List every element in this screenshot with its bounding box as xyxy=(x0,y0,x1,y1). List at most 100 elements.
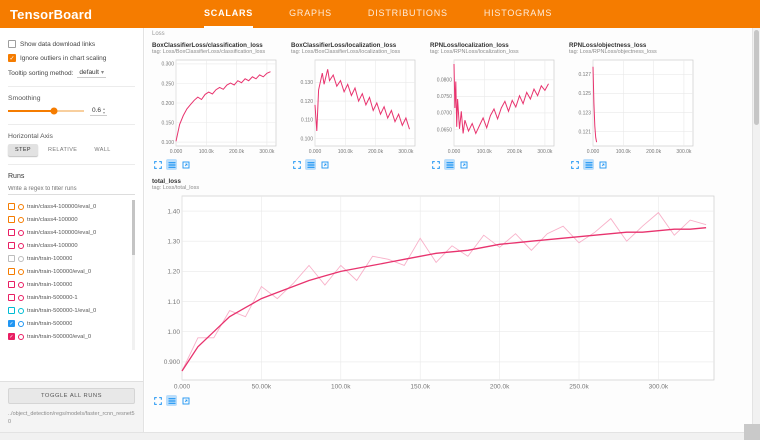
data-table-icon[interactable] xyxy=(305,159,316,170)
fullscreen-icon[interactable] xyxy=(291,159,302,170)
chart-card: BoxClassifierLoss/classification_losstag… xyxy=(152,42,284,170)
chart-card: RPNLoss/objectness_losstag: Loss/RPNLoss… xyxy=(569,42,701,170)
run-checkbox[interactable] xyxy=(8,294,15,301)
fit-domain-icon[interactable] xyxy=(319,159,330,170)
chart-plot[interactable]: 0.9001.001.101.201.301.400.00050.00k100.… xyxy=(152,193,727,393)
run-checkbox[interactable] xyxy=(8,242,15,249)
tooltip-sorting-select[interactable]: default ▾ xyxy=(77,68,106,78)
data-table-icon[interactable] xyxy=(583,159,594,170)
run-visibility-icon[interactable] xyxy=(18,256,24,262)
tensorboard-app: TensorBoard SCALARSGRAPHSDISTRIBUTIONSHI… xyxy=(0,0,760,440)
fullscreen-icon[interactable] xyxy=(569,159,580,170)
run-item[interactable]: train/class4-100000 xyxy=(8,239,130,252)
run-visibility-icon[interactable] xyxy=(18,269,24,275)
fit-domain-icon[interactable] xyxy=(458,159,469,170)
chevron-down-icon: ▾ xyxy=(101,69,104,76)
run-name: train/train-100000 xyxy=(27,256,72,262)
fullscreen-icon[interactable] xyxy=(152,159,163,170)
svg-text:300.0k: 300.0k xyxy=(649,384,669,391)
run-visibility-icon[interactable] xyxy=(18,243,24,249)
chart-tag: tag: Loss/total_loss xyxy=(152,185,727,191)
data-table-icon[interactable] xyxy=(166,395,177,406)
run-visibility-icon[interactable] xyxy=(18,308,24,314)
svg-text:0.0750: 0.0750 xyxy=(437,94,453,100)
run-visibility-icon[interactable] xyxy=(18,204,24,210)
run-item[interactable]: train/train-100000 xyxy=(8,252,130,265)
svg-text:0.000: 0.000 xyxy=(170,149,183,155)
horizontal-scrollbar[interactable] xyxy=(0,432,744,440)
chart-tag: tag: Loss/RPNLoss/objectness_loss xyxy=(569,49,701,55)
svg-text:100.0k: 100.0k xyxy=(199,149,215,155)
smoothing-row: 0.6 ▴▾ xyxy=(8,106,135,116)
run-item[interactable]: train/train-500000-1 xyxy=(8,291,130,304)
scrollbar-thumb[interactable] xyxy=(754,30,759,125)
run-checkbox[interactable] xyxy=(8,307,15,314)
fit-domain-icon[interactable] xyxy=(180,395,191,406)
tab-graphs[interactable]: GRAPHS xyxy=(289,0,332,28)
axis-button-relative[interactable]: RELATIVE xyxy=(41,144,84,156)
run-item[interactable]: train/train-100000/eval_0 xyxy=(8,265,130,278)
run-item[interactable]: ✓train/train-500000 xyxy=(8,317,130,330)
chart-plot[interactable]: 0.1000.1100.1200.1300.000100.0k200.0k300… xyxy=(291,57,423,157)
run-visibility-icon[interactable] xyxy=(18,230,24,236)
run-checkbox[interactable] xyxy=(8,268,15,275)
svg-text:300.0k: 300.0k xyxy=(398,149,414,155)
sidebar-checkbox-row[interactable]: Show data download links xyxy=(8,40,135,48)
run-checkbox[interactable] xyxy=(8,229,15,236)
vertical-scrollbar[interactable] xyxy=(752,28,760,432)
tooltip-sorting-value: default xyxy=(79,69,99,76)
checkbox-icon[interactable]: ✓ xyxy=(8,54,16,62)
tab-scalars[interactable]: SCALARS xyxy=(204,0,253,28)
run-item[interactable]: ✓train/train-500000/eval_0 xyxy=(8,330,130,343)
sidebar-footer: TOGGLE ALL RUNS ../object_detection/regs… xyxy=(0,381,143,433)
main-content: Loss BoxClassifierLoss/classification_lo… xyxy=(145,28,752,432)
svg-text:0.000: 0.000 xyxy=(448,149,461,155)
svg-text:0.125: 0.125 xyxy=(578,91,591,97)
tab-histograms[interactable]: HISTOGRAMS xyxy=(484,0,552,28)
slider-thumb[interactable] xyxy=(50,108,57,115)
fit-domain-icon[interactable] xyxy=(180,159,191,170)
sidebar-checkbox-row[interactable]: ✓Ignore outliers in chart scaling xyxy=(8,54,135,62)
data-table-icon[interactable] xyxy=(166,159,177,170)
run-name: train/train-100000/eval_0 xyxy=(27,269,91,275)
toggle-all-runs-button[interactable]: TOGGLE ALL RUNS xyxy=(8,388,135,404)
svg-text:200.0k: 200.0k xyxy=(507,149,523,155)
run-filter-input[interactable] xyxy=(8,184,135,195)
run-item[interactable]: train/class4-100000/eval_0 xyxy=(8,200,130,213)
smoothing-value-input[interactable]: 0.6 ▴▾ xyxy=(90,106,107,116)
chart-tag: tag: Loss/BoxClassifierLoss/classificati… xyxy=(152,49,284,55)
run-checkbox[interactable] xyxy=(8,255,15,262)
tab-distributions[interactable]: DISTRIBUTIONS xyxy=(368,0,448,28)
run-visibility-icon[interactable] xyxy=(18,217,24,223)
run-item[interactable]: train/train-500000-1/eval_0 xyxy=(8,304,130,317)
runs-label: Runs xyxy=(8,173,135,180)
run-checkbox[interactable] xyxy=(8,281,15,288)
data-table-icon[interactable] xyxy=(444,159,455,170)
checkbox-label: Show data download links xyxy=(20,41,95,48)
chart-plot[interactable]: 0.1000.1500.2000.2500.3000.000100.0k200.… xyxy=(152,57,284,157)
fullscreen-icon[interactable] xyxy=(152,395,163,406)
run-visibility-icon[interactable] xyxy=(18,282,24,288)
checkbox-icon[interactable] xyxy=(8,40,16,48)
category-label: Loss xyxy=(145,28,752,37)
run-item[interactable]: train/class4-100000 xyxy=(8,213,130,226)
run-item[interactable]: train/class4-100000/eval_0 xyxy=(8,226,130,239)
run-visibility-icon[interactable] xyxy=(18,321,24,327)
smoothing-slider[interactable] xyxy=(8,110,84,112)
run-visibility-icon[interactable] xyxy=(18,295,24,301)
run-checkbox[interactable]: ✓ xyxy=(8,320,15,327)
run-visibility-icon[interactable] xyxy=(18,334,24,340)
run-item[interactable]: train/train-100000 xyxy=(8,278,130,291)
fullscreen-icon[interactable] xyxy=(430,159,441,170)
run-checkbox[interactable]: ✓ xyxy=(8,333,15,340)
axis-button-step[interactable]: STEP xyxy=(8,144,38,156)
run-checkbox[interactable] xyxy=(8,216,15,223)
run-checkbox[interactable] xyxy=(8,203,15,210)
axis-button-wall[interactable]: WALL xyxy=(87,144,117,156)
scrollbar-thumb[interactable] xyxy=(132,200,135,255)
run-list-scrollbar[interactable] xyxy=(132,200,135,350)
chart-plot[interactable]: 0.06500.07000.07500.08000.000100.0k200.0… xyxy=(430,57,562,157)
chart-plot[interactable]: 0.1210.1230.1250.1270.000100.0k200.0k300… xyxy=(569,57,701,157)
stepper-arrows-icon[interactable]: ▴▾ xyxy=(103,107,105,114)
fit-domain-icon[interactable] xyxy=(597,159,608,170)
